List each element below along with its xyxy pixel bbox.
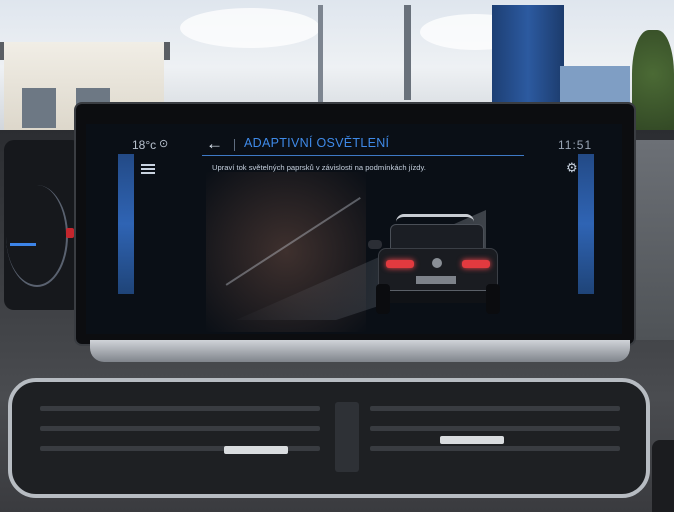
street-pole (404, 5, 411, 100)
gauge-needle (10, 243, 36, 246)
page-title: ADAPTIVNÍ OSVĚTLENÍ (244, 136, 390, 150)
vent-slat (40, 406, 320, 411)
car-illustration (366, 214, 516, 324)
car-side-mirror (368, 240, 382, 249)
header-divider (234, 139, 235, 151)
title-underline (202, 155, 524, 156)
gauge-warning-light (66, 228, 74, 238)
left-side-bar (118, 154, 134, 294)
vent-handle-right[interactable] (440, 436, 504, 444)
car-tail-light-right (462, 260, 490, 268)
building-window (22, 88, 56, 128)
right-side-bar (578, 154, 594, 294)
vent-slat (370, 406, 620, 411)
vent-slat (370, 426, 620, 431)
feature-description: Upraví tok světelných paprsků v závislos… (212, 163, 426, 172)
car-logo (432, 258, 442, 268)
screen-stand (90, 340, 630, 362)
cloud (180, 8, 320, 48)
car-body (378, 248, 498, 292)
car-tail-light-left (386, 260, 414, 268)
car-wheel-left (376, 284, 390, 314)
car-bumper (382, 290, 494, 303)
outside-temperature: 18°c (132, 138, 157, 152)
car-license-plate (416, 276, 456, 284)
vent-slat (40, 426, 320, 431)
vent-slat (370, 446, 620, 451)
back-arrow-icon[interactable]: ← (206, 135, 228, 153)
air-vent-frame (8, 378, 650, 498)
vent-divider (335, 402, 359, 472)
location-pin-icon: ⊙ (159, 138, 169, 150)
blue-pillar (492, 5, 564, 105)
status-bar: 18°c ⊙ ← ADAPTIVNÍ OSVĚTLENÍ 11:51 (86, 124, 622, 153)
menu-icon[interactable] (141, 164, 155, 176)
vent-handle-left[interactable] (224, 446, 288, 454)
blue-building (560, 66, 630, 104)
infotainment-screen: 18°c ⊙ ← ADAPTIVNÍ OSVĚTLENÍ 11:51 ⚙ Upr… (86, 124, 622, 334)
street-pole (318, 5, 323, 105)
car-wheel-right (486, 284, 500, 314)
seat-edge (652, 440, 674, 512)
tree (632, 30, 674, 140)
clock: 11:51 (558, 138, 593, 152)
dashboard-right-panel (628, 140, 674, 340)
speed-gauge (6, 185, 68, 287)
wrench-icon[interactable]: ⚙ (566, 161, 580, 175)
